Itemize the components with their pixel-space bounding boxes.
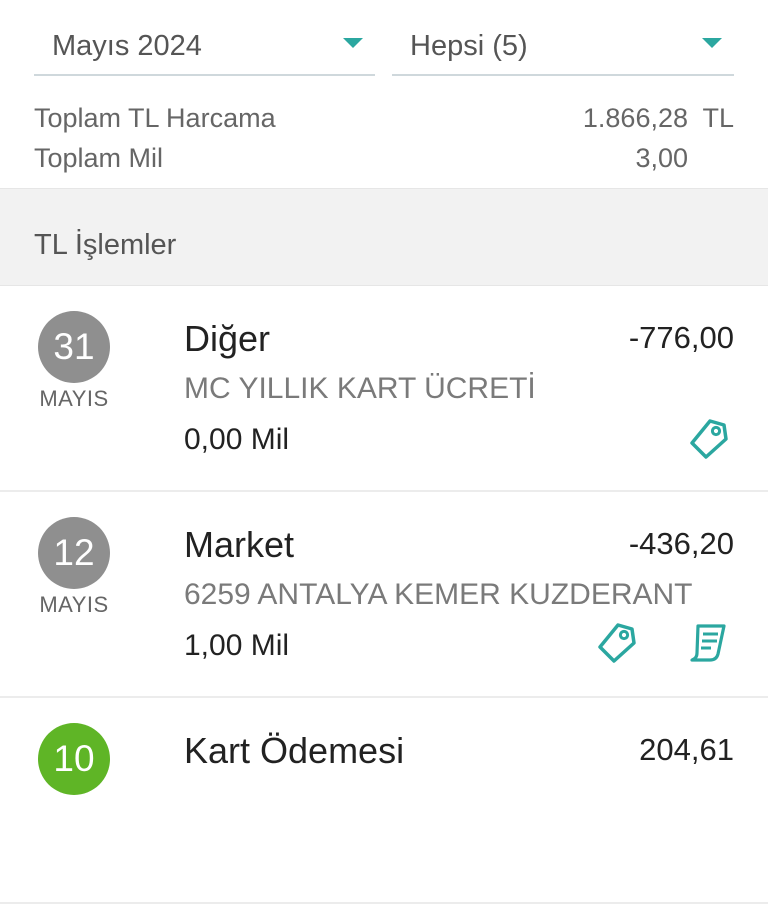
section-header: TL İşlemler xyxy=(0,188,768,286)
transaction-category: Market xyxy=(184,524,295,565)
total-spend-label: Toplam TL Harcama xyxy=(34,102,276,133)
transaction-description: MC YILLIK KART ÜCRETİ xyxy=(184,372,536,405)
section-title: TL İşlemler xyxy=(34,229,177,261)
transaction-description: 6259 ANTALYA KEMER KUZDERANT xyxy=(184,578,693,611)
tag-icon[interactable] xyxy=(686,416,730,460)
transaction-miles: 0,00 Mil xyxy=(184,423,290,456)
filter-bar: Mayıs 2024 Hepsi (5) xyxy=(0,0,768,90)
receipt-icon[interactable] xyxy=(686,620,730,664)
date-badge: 31 xyxy=(38,311,110,383)
transaction-category: Kart Ödemesi xyxy=(184,730,405,771)
transaction-amount: -776,00 xyxy=(628,320,734,355)
transaction-miles: 1,00 Mil xyxy=(184,629,290,662)
total-miles-label: Toplam Mil xyxy=(34,142,164,173)
transaction-row[interactable]: 31 MAYIS Diğer -776,00 MC YILLIK KART ÜC… xyxy=(0,286,768,492)
total-spend-row: Toplam TL Harcama 1.866,28 TL xyxy=(34,98,734,138)
date-badge: 12 xyxy=(38,517,110,589)
date-month: MAYIS xyxy=(39,386,109,411)
tag-icon[interactable] xyxy=(594,620,638,664)
transaction-type-dropdown[interactable]: Hepsi (5) xyxy=(392,18,734,76)
month-dropdown-label: Mayıs 2024 xyxy=(52,29,202,62)
transaction-amount: -436,20 xyxy=(628,526,734,561)
chevron-down-icon xyxy=(702,38,722,48)
transaction-row[interactable]: 10 Kart Ödemesi 204,61 xyxy=(0,698,768,904)
date-month: MAYIS xyxy=(39,592,109,617)
total-miles-value: 3,00 xyxy=(635,142,688,173)
date-badge: 10 xyxy=(38,723,110,795)
transaction-type-dropdown-label: Hepsi (5) xyxy=(410,29,528,62)
totals-summary: Toplam TL Harcama 1.866,28 TL Toplam Mil… xyxy=(0,96,768,188)
total-miles-row: Toplam Mil 3,00 xyxy=(34,138,734,178)
month-dropdown[interactable]: Mayıs 2024 xyxy=(34,18,375,76)
transaction-amount: 204,61 xyxy=(639,732,734,767)
transaction-category: Diğer xyxy=(184,318,271,359)
total-spend-value: 1.866,28 xyxy=(582,102,688,133)
transaction-row[interactable]: 12 MAYIS Market -436,20 6259 ANTALYA KEM… xyxy=(0,492,768,698)
chevron-down-icon xyxy=(343,38,363,48)
total-spend-unit: TL xyxy=(702,102,734,133)
